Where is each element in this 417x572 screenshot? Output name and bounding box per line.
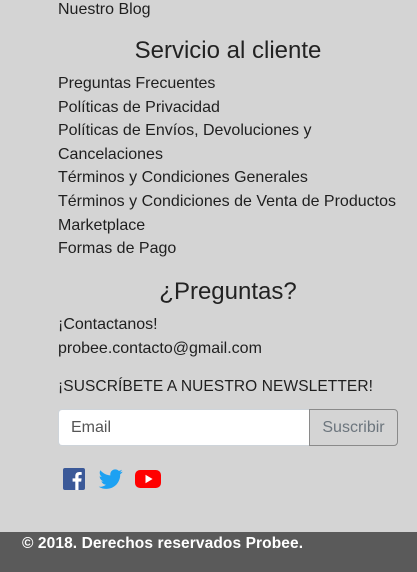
contact-text: ¡Contactanos! [58,316,158,333]
copyright-bar: © 2018. Derechos reservados Probee. [0,532,417,572]
newsletter-email-input[interactable] [58,409,309,446]
payment-methods-link[interactable]: Formas de Pago [58,237,403,261]
service-links-list: Preguntas Frecuentes Políticas de Privac… [58,72,403,261]
faq-link[interactable]: Preguntas Frecuentes [58,72,403,96]
newsletter-form: Suscribir [58,409,398,446]
newsletter-label: ¡SUSCRÍBETE A NUESTRO NEWSLETTER! [58,378,374,395]
social-links [62,467,162,491]
shipping-returns-policy-link[interactable]: Políticas de Envíos, Devoluciones y Canc… [58,119,403,166]
marketplace-link[interactable]: Marketplace [58,214,403,238]
subscribe-button[interactable]: Suscribir [309,409,398,446]
contact-block: ¡Contactanos! probee.contacto@gmail.com [58,313,262,361]
footer-page: Nuestro Blog Servicio al cliente Pregunt… [0,0,417,572]
youtube-icon[interactable] [134,467,162,491]
contact-email-link[interactable]: probee.contacto@gmail.com [58,337,262,361]
service-title: Servicio al cliente [134,37,322,64]
questions-title: ¿Preguntas? [159,278,297,305]
facebook-icon[interactable] [62,467,86,491]
sales-terms-link[interactable]: Términos y Condiciones de Venta de Produ… [58,190,403,214]
copyright-text: © 2018. Derechos reservados Probee. [22,535,304,552]
privacy-policy-link[interactable]: Políticas de Privacidad [58,96,403,120]
blog-link[interactable]: Nuestro Blog [58,0,151,22]
general-terms-link[interactable]: Términos y Condiciones Generales [58,166,403,190]
twitter-icon[interactable] [98,467,123,491]
